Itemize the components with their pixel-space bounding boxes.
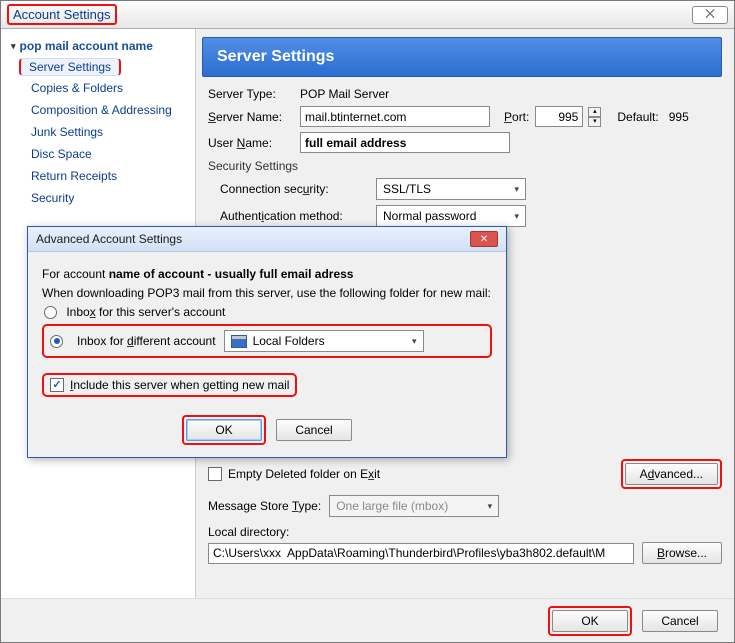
sidebar-item-server-settings[interactable]: Server Settings <box>1 57 195 77</box>
auth-method-select[interactable]: Normal password <box>376 205 526 227</box>
modal-instruction: When downloading POP3 mail from this ser… <box>42 286 492 300</box>
empty-deleted-checkbox[interactable] <box>208 467 222 481</box>
port-input[interactable] <box>535 106 583 127</box>
radio-inbox-different-account-label: Inbox for different account <box>77 334 216 348</box>
include-server-checkbox[interactable] <box>50 378 64 392</box>
radio-inbox-this-server[interactable] <box>44 306 57 319</box>
local-directory-input[interactable] <box>208 543 634 564</box>
radio-different-account-row: Inbox for different account Local Folder… <box>42 324 492 358</box>
server-name-input[interactable] <box>300 106 490 127</box>
account-settings-window: Account Settings ⨉ pop mail account name… <box>0 0 735 643</box>
sidebar-item-junk[interactable]: Junk Settings <box>1 121 195 143</box>
default-port-value: 995 <box>669 110 689 124</box>
include-server-row: Include this server when getting new mai… <box>42 373 297 397</box>
ok-button[interactable]: OK <box>552 610 628 632</box>
radio-inbox-this-server-label: Inbox for this server's account <box>66 305 225 319</box>
default-port-label: Default: <box>617 110 658 124</box>
local-directory-label: Local directory: <box>208 525 722 539</box>
modal-ok-highlight: OK <box>182 415 266 445</box>
titlebar: Account Settings ⨉ <box>1 1 734 29</box>
panel-heading: Server Settings <box>202 37 722 77</box>
advanced-account-settings-dialog: Advanced Account Settings ✕ For account … <box>27 226 507 458</box>
modal-title: Advanced Account Settings <box>36 232 182 246</box>
sidebar-item-disc-space[interactable]: Disc Space <box>1 143 195 165</box>
sidebar-item-label: Server Settings <box>19 58 121 76</box>
advanced-button[interactable]: Advanced... <box>625 463 718 485</box>
browse-button[interactable]: Browse... <box>642 542 722 564</box>
store-type-label: Message Store Type: <box>208 499 321 513</box>
window-title: Account Settings <box>7 4 117 25</box>
modal-cancel-button[interactable]: Cancel <box>276 419 352 441</box>
cancel-button[interactable]: Cancel <box>642 610 718 632</box>
ok-button-highlight: OK <box>548 606 632 636</box>
account-name-header[interactable]: pop mail account name <box>1 35 195 57</box>
empty-deleted-label: Empty Deleted folder on Exit <box>228 467 380 481</box>
server-name-label: Server Name: <box>208 110 294 124</box>
modal-body: For account name of account - usually fu… <box>28 252 506 457</box>
include-server-label: Include this server when getting new mai… <box>70 378 289 392</box>
for-account-value: name of account - usually full email adr… <box>109 267 354 281</box>
user-name-label: User Name: <box>208 136 294 150</box>
sidebar-item-copies-folders[interactable]: Copies & Folders <box>1 77 195 99</box>
local-folders-icon <box>231 335 247 348</box>
window-close-button[interactable]: ⨉ <box>692 6 728 24</box>
different-account-folder-select[interactable]: Local Folders <box>224 330 424 352</box>
security-settings-group: Security Settings <box>208 159 722 173</box>
sidebar-item-security[interactable]: Security <box>1 187 195 209</box>
modal-titlebar: Advanced Account Settings ✕ <box>28 227 506 252</box>
store-type-select: One large file (mbox) <box>329 495 499 517</box>
dialog-footer: OK Cancel <box>1 598 734 642</box>
radio-inbox-different-account[interactable] <box>50 335 63 348</box>
connection-security-select[interactable]: SSL/TLS <box>376 178 526 200</box>
sidebar-item-return-receipts[interactable]: Return Receipts <box>1 165 195 187</box>
sidebar-item-composition[interactable]: Composition & Addressing <box>1 99 195 121</box>
modal-close-button[interactable]: ✕ <box>470 231 498 247</box>
auth-method-label: Authentication method: <box>220 209 370 223</box>
modal-footer: OK Cancel <box>42 415 492 445</box>
port-label: Port: <box>504 110 529 124</box>
modal-ok-button[interactable]: OK <box>186 419 262 441</box>
user-name-input[interactable] <box>300 132 510 153</box>
advanced-button-highlight: Advanced... <box>621 459 722 489</box>
port-spinner[interactable]: ▴▾ <box>588 107 601 127</box>
server-type-value: POP Mail Server <box>300 87 389 101</box>
connection-security-label: Connection security: <box>220 182 370 196</box>
server-type-label: Server Type: <box>208 87 294 101</box>
for-account-label: For account <box>42 267 105 281</box>
